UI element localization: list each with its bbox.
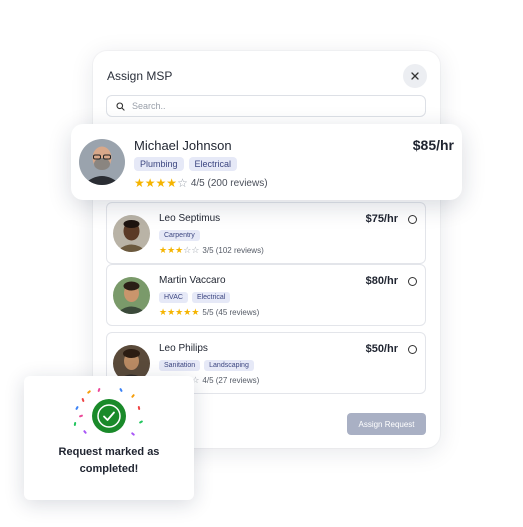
star-rating: ★★★★☆ — [134, 177, 188, 189]
search-field[interactable] — [106, 95, 426, 117]
success-toast: Request marked as completed! — [24, 376, 194, 500]
msp-price: $50/hr — [365, 343, 398, 355]
star-filled-icon: ★ — [144, 176, 156, 190]
star-filled-icon: ★ — [167, 245, 176, 255]
rating-text: 3/5 (102 reviews) — [202, 246, 264, 255]
rating: ★ ★ ★ ★ ★ 5/5 (45 reviews) — [159, 308, 260, 318]
rating: ★ ★ ★ ☆ ☆ 3/5 (102 reviews) — [159, 246, 264, 256]
skill-tag: Electrical — [188, 157, 238, 171]
msp-card-martin-vaccaro[interactable]: Martin Vaccaro $80/hr HVAC Electrical ★ ★… — [106, 264, 426, 326]
avatar — [113, 215, 150, 252]
tag-list: Carpentry — [159, 230, 200, 241]
msp-card-leo-septimus[interactable]: Leo Septimus $75/hr Carpentry ★ ★ ★ ☆ ☆ 3/5 … — [106, 202, 426, 264]
star-empty-icon: ☆ — [191, 245, 200, 255]
msp-name: Martin Vaccaro — [159, 275, 226, 286]
tag-list: Sanitation Landscaping — [159, 360, 254, 371]
skill-tag: Landscaping — [204, 360, 254, 371]
toast-message-line: completed! — [79, 463, 139, 475]
search-input[interactable] — [130, 100, 414, 112]
msp-price: $85/hr — [412, 137, 454, 153]
rating-text: 5/5 (45 reviews) — [202, 308, 260, 317]
star-rating: ★ ★ ★ ☆ ☆ — [159, 246, 199, 255]
check-circle-icon — [92, 399, 126, 433]
close-button[interactable] — [403, 64, 427, 88]
star-filled-icon: ★ — [167, 307, 176, 317]
msp-name: Leo Philips — [159, 343, 208, 354]
star-empty-icon: ☆ — [177, 176, 188, 190]
select-radio[interactable] — [408, 345, 417, 354]
avatar — [79, 139, 125, 185]
skill-tag: Electrical — [191, 292, 231, 303]
skill-tag: Sanitation — [159, 360, 201, 371]
toast-message: Request marked as completed! — [24, 444, 194, 478]
skill-tag: Carpentry — [159, 230, 200, 241]
close-icon — [411, 72, 419, 80]
star-rating: ★ ★ ★ ★ ★ — [159, 308, 199, 317]
star-filled-icon: ★ — [134, 176, 145, 190]
msp-price: $75/hr — [365, 213, 398, 225]
assign-request-button[interactable]: Assign Request — [347, 413, 426, 435]
rating-text: 4/5 (27 reviews) — [202, 376, 260, 385]
star-empty-icon: ☆ — [183, 245, 192, 255]
star-filled-icon: ★ — [175, 307, 184, 317]
modal-title: Assign MSP — [107, 69, 173, 83]
star-filled-icon: ★ — [191, 307, 200, 317]
search-icon — [116, 101, 125, 111]
star-filled-icon: ★ — [159, 307, 168, 317]
star-filled-icon: ★ — [155, 176, 167, 190]
featured-msp-card[interactable]: Michael Johnson $85/hr Plumbing Electric… — [71, 124, 462, 200]
tag-list: HVAC Electrical — [159, 292, 231, 303]
skill-tag: Plumbing — [134, 157, 184, 171]
star-filled-icon: ★ — [183, 307, 192, 317]
star-filled-icon: ★ — [166, 176, 178, 190]
toast-message-line: Request marked as — [58, 446, 160, 458]
msp-name: Leo Septimus — [159, 213, 221, 224]
select-radio[interactable] — [408, 215, 417, 224]
tag-list: Plumbing Electrical — [134, 157, 238, 171]
select-radio[interactable] — [408, 277, 417, 286]
star-filled-icon: ★ — [175, 245, 184, 255]
rating: ★ ★ ★ ★ ☆ 4/5 (200 reviews) — [134, 177, 268, 189]
star-filled-icon: ★ — [159, 245, 168, 255]
msp-name: Michael Johnson — [134, 138, 232, 153]
skill-tag: HVAC — [159, 292, 188, 303]
rating-text: 4/5 (200 reviews) — [190, 177, 268, 189]
msp-price: $80/hr — [365, 275, 398, 287]
avatar — [113, 277, 150, 314]
